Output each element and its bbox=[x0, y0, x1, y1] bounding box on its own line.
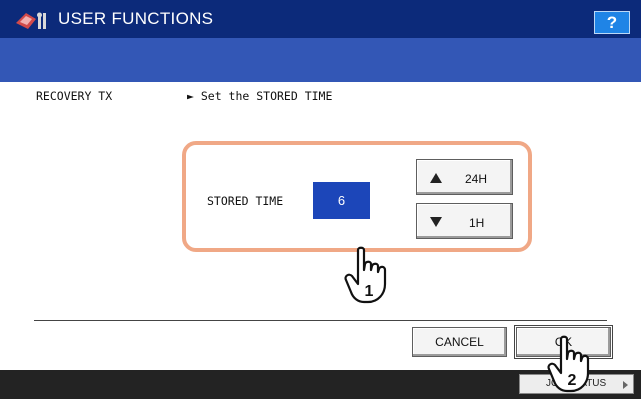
right-arrow-icon bbox=[623, 381, 628, 389]
page-title: USER FUNCTIONS bbox=[58, 9, 214, 28]
increase-button-label: 24H bbox=[465, 172, 488, 186]
callout-1: 1 bbox=[365, 283, 374, 300]
breadcrumb-instruction: ► Set the STORED TIME bbox=[187, 89, 333, 103]
up-arrow-icon bbox=[430, 173, 442, 183]
pointing-hand-icon: 2 bbox=[547, 335, 590, 393]
stored-time-value[interactable]: 6 bbox=[313, 182, 370, 219]
breadcrumb-section: RECOVERY TX bbox=[36, 89, 113, 103]
increase-24h-button[interactable]: 24H bbox=[416, 159, 513, 195]
down-arrow-icon bbox=[430, 217, 442, 227]
divider bbox=[34, 320, 607, 321]
decrease-button-label: 1H bbox=[469, 216, 485, 230]
user-functions-icon bbox=[16, 12, 46, 29]
pointing-hand-icon: 1 bbox=[344, 246, 387, 304]
sub-header-bar bbox=[0, 38, 641, 82]
help-button[interactable]: ? bbox=[594, 11, 630, 34]
title-bar: USER FUNCTIONS ? bbox=[0, 0, 641, 38]
cancel-button[interactable]: CANCEL bbox=[412, 327, 507, 357]
callout-2: 2 bbox=[568, 372, 577, 389]
decrease-1h-button[interactable]: 1H bbox=[416, 203, 513, 239]
stored-time-label: STORED TIME bbox=[207, 194, 284, 208]
